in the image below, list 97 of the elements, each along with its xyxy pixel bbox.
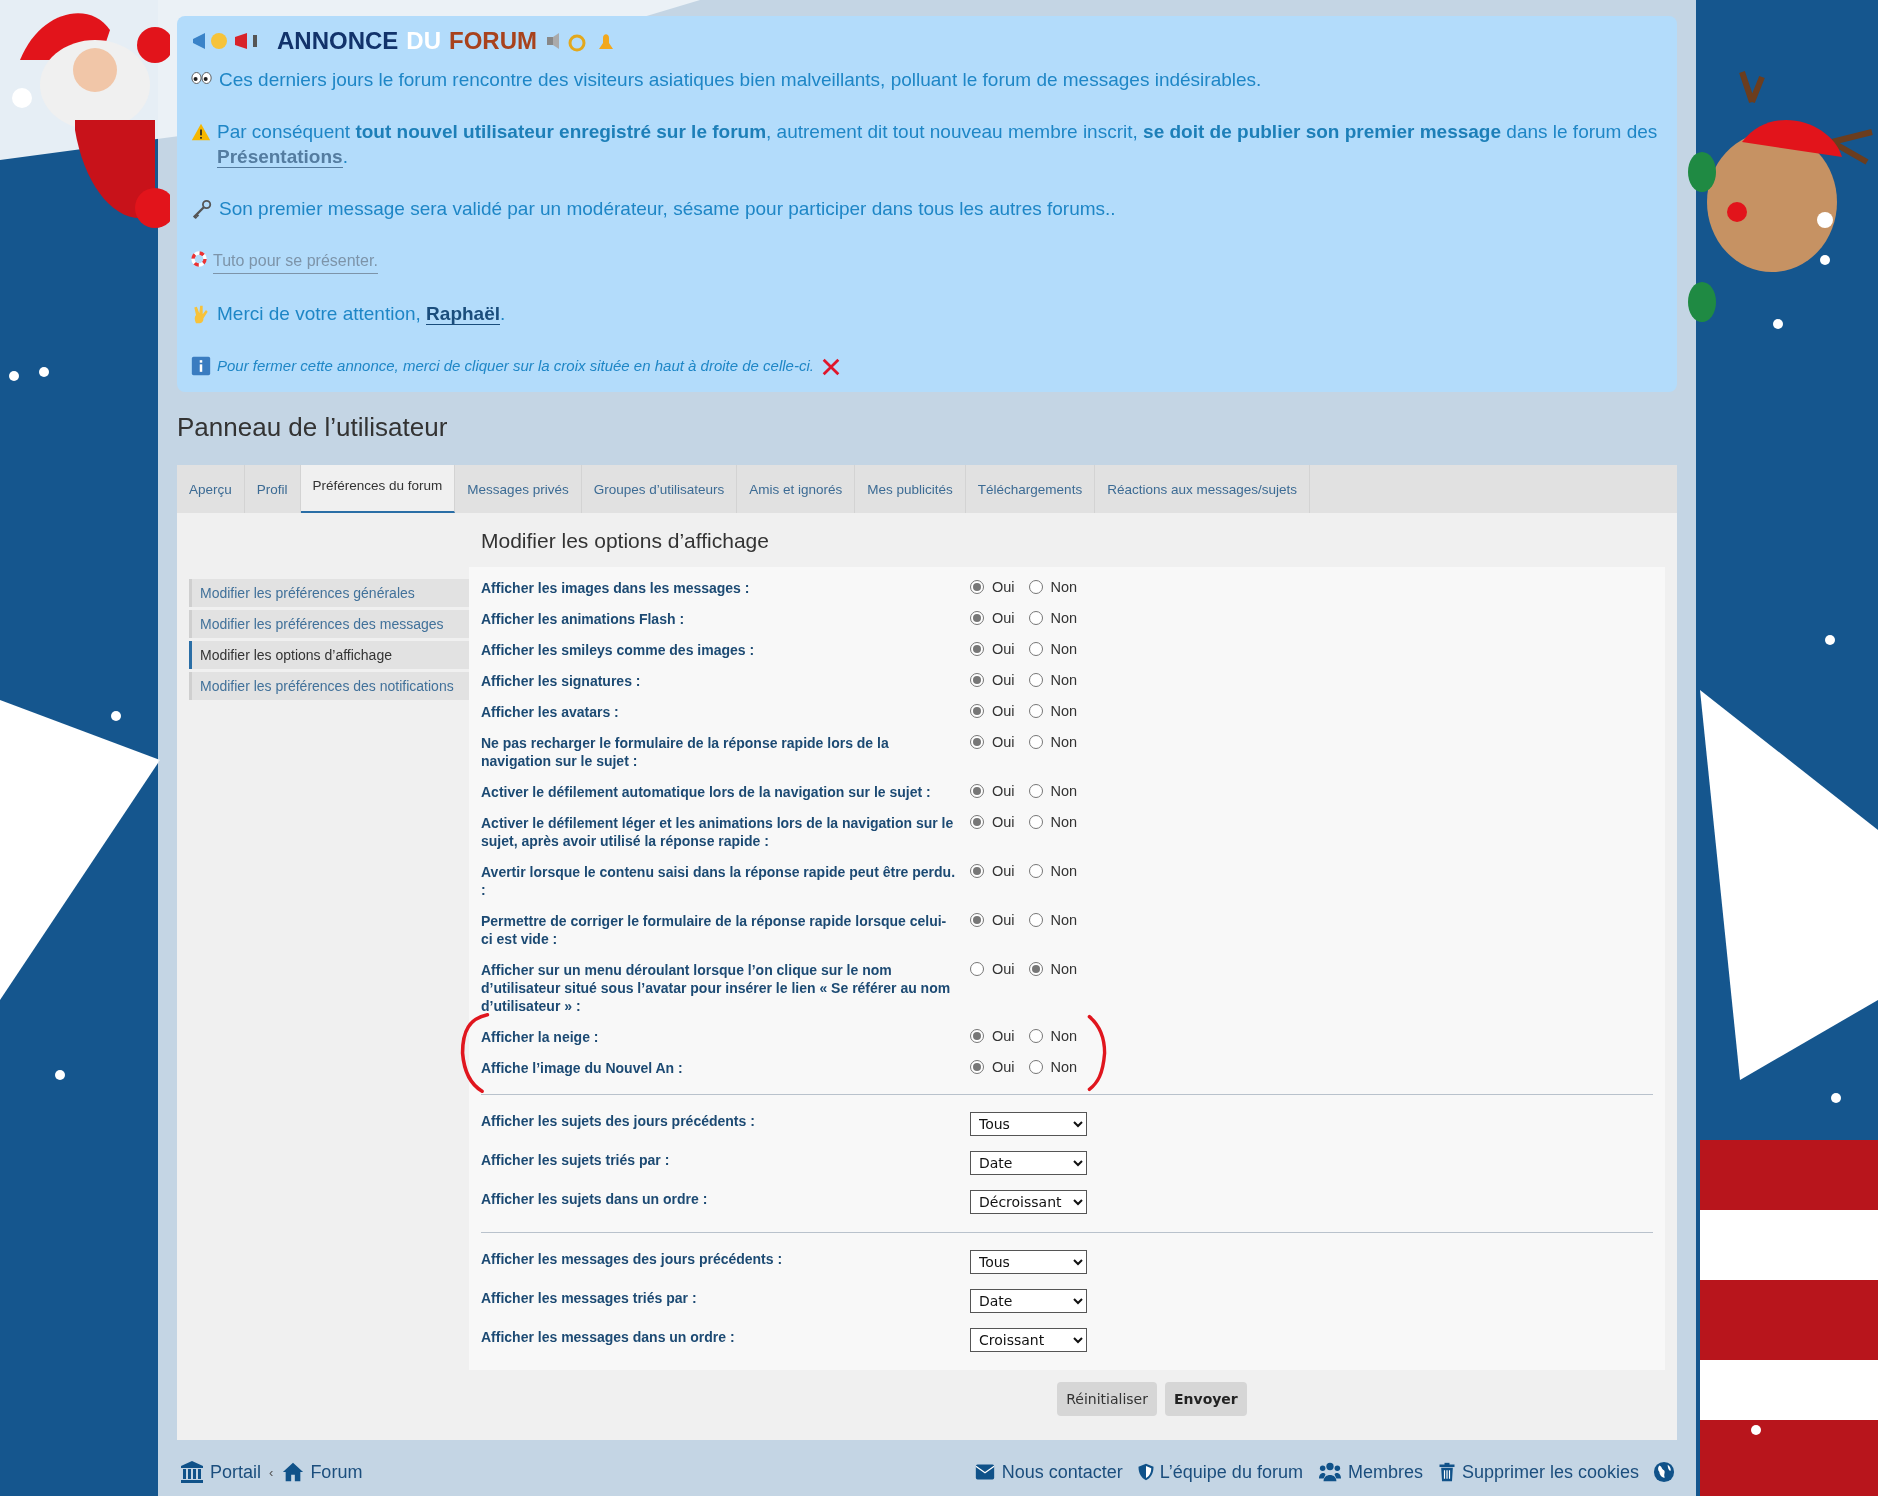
snowflake	[1820, 255, 1830, 265]
announcement-title: ANNONCE	[277, 28, 399, 53]
option-label: Permettre de corriger le formulaire de la réponse rapide lorsque celui-ci est vide :	[481, 912, 948, 948]
tab[interactable]: Préférences du forum	[300, 465, 456, 513]
option-label: Afficher les smileys comme des images :	[481, 641, 756, 659]
reset-button[interactable]: Réinitialiser	[1057, 1382, 1157, 1416]
option-label: Afficher les messages des jours précédents :	[481, 1250, 784, 1268]
warning-icon	[191, 122, 211, 142]
radio-option[interactable]: Non	[1028, 1028, 1078, 1044]
dropdown[interactable]: Croissant	[970, 1328, 1087, 1352]
snowflake	[55, 1070, 65, 1080]
users-icon	[1316, 1461, 1343, 1483]
radio-option[interactable]: Oui	[970, 814, 1015, 830]
radio-option[interactable]: Oui	[970, 1059, 1015, 1075]
radio-option[interactable]: Non	[1028, 783, 1078, 799]
option-label: Affiche l’image du Nouvel An :	[481, 1059, 684, 1077]
announcement-title: DU	[406, 28, 441, 53]
option-label: Activer le défilement léger et les animations lors de la navigation sur le sujet, après avoir utilisé la réponse rapide :	[481, 814, 955, 850]
footer-link[interactable]: Supprimer les cookies	[1436, 1461, 1639, 1483]
announcement-text: Pour fermer cette annonce, merci de cliquer sur la croix située en haut à droite de celle-ci.	[217, 356, 814, 376]
option-label: Afficher sur un menu déroulant lorsque l’on clique sur le nom d’utilisateur situé sous l’avatar pour insérer le lien « Se référer au nom d’utilisateur » :	[481, 961, 952, 1015]
sidebar-item[interactable]: Modifier les préférences des messages	[189, 610, 469, 638]
section-title: Modifier les options d’affichage	[481, 529, 770, 553]
footer-link[interactable]: Portail	[179, 1460, 262, 1484]
announcement-text: Par conséquent tout nouvel utilisateur enregistré sur le forum, autrement dit tout nouveau membre inscrit, se doit de publier son premier message dans le forum des Présentations.	[217, 120, 1659, 169]
snowflake	[1825, 635, 1835, 645]
option-label: Ne pas recharger le formulaire de la réponse rapide lors de la navigation sur le sujet :	[481, 734, 890, 770]
dropdown[interactable]: Date	[970, 1151, 1087, 1175]
radio-option[interactable]: Oui	[970, 672, 1015, 688]
option-label: Afficher les signatures :	[481, 672, 642, 690]
sidebar-item[interactable]: Modifier les options d’affichage	[189, 641, 469, 669]
breadcrumb-separator: ‹	[269, 1464, 274, 1480]
option-label: Afficher les sujets des jours précédents :	[481, 1112, 756, 1130]
radio-option[interactable]: Oui	[970, 641, 1015, 657]
radio-option[interactable]: Non	[1028, 961, 1078, 977]
info-icon	[191, 356, 211, 376]
radio-option[interactable]: Oui	[970, 610, 1015, 626]
announcement-title: FORUM	[449, 28, 537, 53]
snowflake	[1751, 1425, 1761, 1435]
snowflake	[9, 371, 19, 381]
bank-icon	[179, 1460, 205, 1484]
option-label: Afficher les messages triés par :	[481, 1289, 698, 1307]
shield-icon	[1136, 1461, 1155, 1483]
radio-option[interactable]: Oui	[970, 703, 1015, 719]
announcement-text: Merci de votre attention, Raphaël.	[217, 302, 506, 326]
radio-option[interactable]: Oui	[970, 579, 1015, 595]
radio-option[interactable]: Non	[1028, 610, 1078, 626]
language-link[interactable]	[1653, 1461, 1675, 1483]
sidebar-item[interactable]: Modifier les préférences générales	[189, 579, 469, 607]
radio-option[interactable]: Oui	[970, 961, 1015, 977]
sidebar-item[interactable]: Modifier les préférences des notifications	[189, 672, 469, 700]
radio-option[interactable]: Oui	[970, 783, 1015, 799]
snowflake	[1831, 1093, 1841, 1103]
radio-option[interactable]: Non	[1028, 814, 1078, 830]
radio-option[interactable]: Non	[1028, 579, 1078, 595]
eyes-icon	[191, 70, 213, 86]
radio-option[interactable]: Oui	[970, 1028, 1015, 1044]
footer-link[interactable]: L’équipe du forum	[1136, 1461, 1303, 1483]
radio-option[interactable]: Non	[1028, 863, 1078, 879]
radio-option[interactable]: Non	[1028, 1059, 1078, 1075]
footer-link[interactable]: Forum	[281, 1461, 363, 1483]
footer-link[interactable]: Nous contacter	[972, 1461, 1123, 1483]
dropdown[interactable]: Tous	[970, 1112, 1087, 1136]
dropdown[interactable]: Date	[970, 1289, 1087, 1313]
radio-option[interactable]: Non	[1028, 912, 1078, 928]
option-label: Afficher les sujets dans un ordre :	[481, 1190, 709, 1208]
dropdown[interactable]: Tous	[970, 1250, 1087, 1274]
snowflake	[39, 367, 49, 377]
radio-option[interactable]: Non	[1028, 703, 1078, 719]
dropdown[interactable]: Décroissant	[970, 1190, 1087, 1214]
radio-option[interactable]: Non	[1028, 734, 1078, 750]
option-label: Afficher les images dans les messages :	[481, 579, 751, 597]
key-icon	[191, 199, 213, 221]
radio-option[interactable]: Oui	[970, 863, 1015, 879]
announcement-text: Ces derniers jours le forum rencontre des visiteurs asiatiques bien malveillants, polluant le forum de messages indésirables.	[219, 68, 1262, 92]
hand-icon	[191, 304, 211, 326]
snowflake	[1773, 319, 1783, 329]
radio-option[interactable]: Oui	[970, 734, 1015, 750]
radio-option[interactable]: Non	[1028, 672, 1078, 688]
radio-option[interactable]: Non	[1028, 641, 1078, 657]
announcement-text: Son premier message sera validé par un modérateur, sésame pour participer dans tous les autres forums..	[219, 197, 1116, 221]
lifebuoy-icon	[191, 251, 207, 267]
option-label: Afficher la neige :	[481, 1028, 600, 1046]
page-title: Panneau de l’utilisateur	[177, 412, 449, 443]
option-label: Afficher les avatars :	[481, 703, 620, 721]
radio-option[interactable]: Oui	[970, 912, 1015, 928]
globe-icon	[1653, 1461, 1675, 1483]
option-label: Afficher les animations Flash :	[481, 610, 686, 628]
home-icon	[281, 1461, 306, 1483]
footer-link[interactable]: Membres	[1316, 1461, 1423, 1483]
option-label: Avertir lorsque le contenu saisi dans la réponse rapide peut être perdu. :	[481, 863, 957, 899]
text-link[interactable]: Raphaël	[426, 303, 501, 325]
option-label: Afficher les sujets triés par :	[481, 1151, 671, 1169]
option-label: Afficher les messages dans un ordre :	[481, 1328, 736, 1346]
option-label: Activer le défilement automatique lors de la navigation sur le sujet :	[481, 783, 932, 801]
snowflake	[111, 711, 121, 721]
submit-button[interactable]: Envoyer	[1164, 1382, 1247, 1416]
